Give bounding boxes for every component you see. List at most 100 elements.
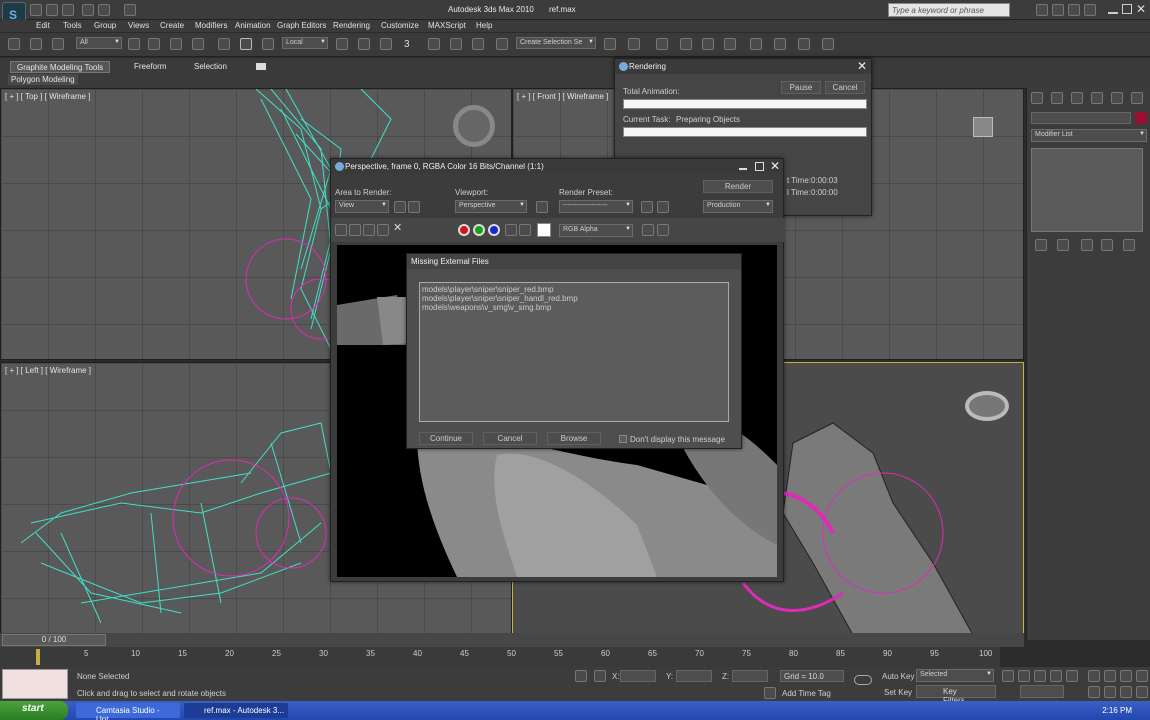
viewcube-icon[interactable] — [973, 117, 993, 137]
toggle-ui-icon[interactable] — [657, 224, 669, 236]
pan-view-icon[interactable] — [1104, 686, 1116, 698]
undo-icon[interactable] — [82, 4, 94, 16]
viewport-label-top[interactable]: [ + ] [ Top ] [ Wireframe ] — [5, 92, 90, 101]
lock-selection-icon[interactable] — [575, 670, 587, 682]
pin-stack-icon[interactable] — [1035, 239, 1047, 251]
display-tab-icon[interactable] — [1111, 92, 1123, 104]
next-frame-icon[interactable] — [1050, 670, 1062, 682]
percent-snap-icon[interactable] — [450, 38, 462, 50]
list-item[interactable]: models\player\sniper\sniper_handl_red.bm… — [422, 294, 578, 303]
lock-viewport-icon[interactable] — [536, 201, 548, 213]
curve-editor-icon[interactable] — [702, 38, 714, 50]
cancel-render-button[interactable]: Cancel — [825, 81, 865, 94]
current-frame-marker[interactable] — [36, 649, 40, 665]
menu-modifiers[interactable]: Modifiers — [195, 21, 227, 30]
close-icon[interactable]: ✕ — [770, 159, 780, 173]
keyboard-shortcut-override-icon[interactable] — [380, 38, 392, 50]
play-icon[interactable] — [1034, 670, 1046, 682]
configure-modifier-sets-icon[interactable] — [1123, 239, 1135, 251]
x-coordinate-field[interactable] — [620, 670, 656, 682]
open-file-icon[interactable] — [46, 4, 58, 16]
ribbon-panel-polygon-modeling[interactable]: Polygon Modeling — [8, 74, 78, 85]
field-of-view-icon[interactable] — [1088, 686, 1100, 698]
named-selection-dropdown[interactable]: Create Selection Se — [516, 37, 596, 49]
help-search-input[interactable]: Type a keyword or phrase — [888, 3, 1010, 17]
print-image-icon[interactable] — [377, 224, 389, 236]
goto-end-icon[interactable] — [1066, 670, 1078, 682]
schematic-view-icon[interactable] — [724, 38, 736, 50]
monochrome-icon[interactable] — [519, 224, 531, 236]
pivot-center-icon[interactable] — [336, 38, 348, 50]
unlink-selection-icon[interactable] — [30, 38, 42, 50]
list-item[interactable]: models\player\sniper\sniper_red.bmp — [422, 285, 554, 294]
viewport-label-left[interactable]: [ + ] [ Left ] [ Wireframe ] — [5, 366, 91, 375]
zoom-all-icon[interactable] — [1104, 670, 1116, 682]
add-time-tag[interactable]: Add Time Tag — [782, 689, 831, 698]
layer-manager-icon[interactable] — [656, 38, 668, 50]
favorites-star-icon[interactable] — [1068, 4, 1080, 16]
make-unique-icon[interactable] — [1081, 239, 1093, 251]
communication-center-icon[interactable] — [1052, 4, 1064, 16]
select-and-rotate-icon[interactable] — [240, 38, 252, 50]
save-image-icon[interactable] — [335, 224, 347, 236]
current-frame-field[interactable] — [1020, 685, 1064, 698]
menu-rendering[interactable]: Rendering — [333, 21, 370, 30]
render-setup-icon[interactable] — [641, 201, 653, 213]
track-bar[interactable]: 5 10 15 20 25 30 35 40 45 50 55 60 65 70… — [0, 647, 1000, 667]
snap-toggle-label[interactable]: 3 — [404, 39, 410, 50]
align-icon[interactable] — [628, 38, 640, 50]
pause-button[interactable]: Pause — [781, 81, 821, 94]
color-swatch[interactable] — [537, 223, 551, 237]
taskbar-item-camtasia[interactable]: Camtasia Studio - Unt... — [76, 703, 180, 720]
red-channel-icon[interactable] — [458, 224, 470, 236]
key-filters-button[interactable]: Key Filters... — [916, 685, 996, 705]
select-and-move-icon[interactable] — [218, 38, 230, 50]
auto-region-icon[interactable] — [408, 201, 420, 213]
select-and-scale-icon[interactable] — [262, 38, 274, 50]
rendered-frame-window-icon[interactable] — [798, 38, 810, 50]
menu-customize[interactable]: Customize — [381, 21, 419, 30]
previous-frame-icon[interactable] — [1018, 670, 1030, 682]
key-icon[interactable] — [854, 675, 872, 685]
redo-icon[interactable] — [98, 4, 110, 16]
modifier-list-dropdown[interactable]: Modifier List — [1031, 129, 1147, 142]
y-coordinate-field[interactable] — [676, 670, 712, 682]
window-crossing-icon[interactable] — [192, 38, 204, 50]
modify-tab-icon[interactable] — [1051, 92, 1063, 104]
tab-selection[interactable]: Selection — [188, 61, 233, 73]
alpha-channel-icon[interactable] — [505, 224, 517, 236]
channel-display-dropdown[interactable]: RGB Alpha — [559, 224, 633, 237]
material-editor-icon[interactable] — [750, 38, 762, 50]
dont-display-checkbox[interactable] — [619, 435, 627, 443]
clone-frame-window-icon[interactable] — [363, 224, 375, 236]
render-preset-dropdown[interactable]: ------------------- — [559, 200, 633, 213]
object-name-field[interactable] — [1031, 112, 1131, 124]
clear-icon[interactable]: ✕ — [393, 221, 402, 234]
spinner-snap-icon[interactable] — [472, 38, 484, 50]
time-slider-thumb[interactable]: 0 / 100 — [2, 634, 106, 646]
angle-snap-icon[interactable] — [428, 38, 440, 50]
select-by-name-icon[interactable] — [148, 38, 160, 50]
show-end-result-icon[interactable] — [1057, 239, 1069, 251]
project-folder-icon[interactable] — [124, 4, 136, 16]
select-and-link-icon[interactable] — [8, 38, 20, 50]
auto-key-button[interactable]: Auto Key — [882, 672, 914, 681]
area-to-render-dropdown[interactable]: View — [335, 200, 389, 213]
list-item[interactable]: models\weapons\v_smg\v_smg.bmp — [422, 303, 551, 312]
absolute-mode-icon[interactable] — [594, 670, 606, 682]
select-object-icon[interactable] — [128, 38, 140, 50]
select-and-manipulate-icon[interactable] — [358, 38, 370, 50]
binoculars-icon[interactable] — [1036, 4, 1048, 16]
taskbar-item-3dsmax[interactable]: ref.max - Autodesk 3... — [184, 703, 288, 718]
close-icon[interactable]: ✕ — [857, 59, 867, 73]
menu-help[interactable]: Help — [476, 21, 492, 30]
missing-files-list[interactable]: models\player\sniper\sniper_red.bmp mode… — [419, 282, 729, 422]
viewcube-icon[interactable] — [965, 391, 1009, 421]
menu-animation[interactable]: Animation — [235, 21, 271, 30]
menu-group[interactable]: Group — [94, 21, 116, 30]
render-production-icon[interactable] — [822, 38, 834, 50]
viewport-label-front[interactable]: [ + ] [ Front ] [ Wireframe ] — [517, 92, 608, 101]
tab-graphite-modeling-tools[interactable]: Graphite Modeling Tools — [10, 61, 111, 73]
hierarchy-tab-icon[interactable] — [1071, 92, 1083, 104]
edit-named-selection-icon[interactable] — [496, 38, 508, 50]
